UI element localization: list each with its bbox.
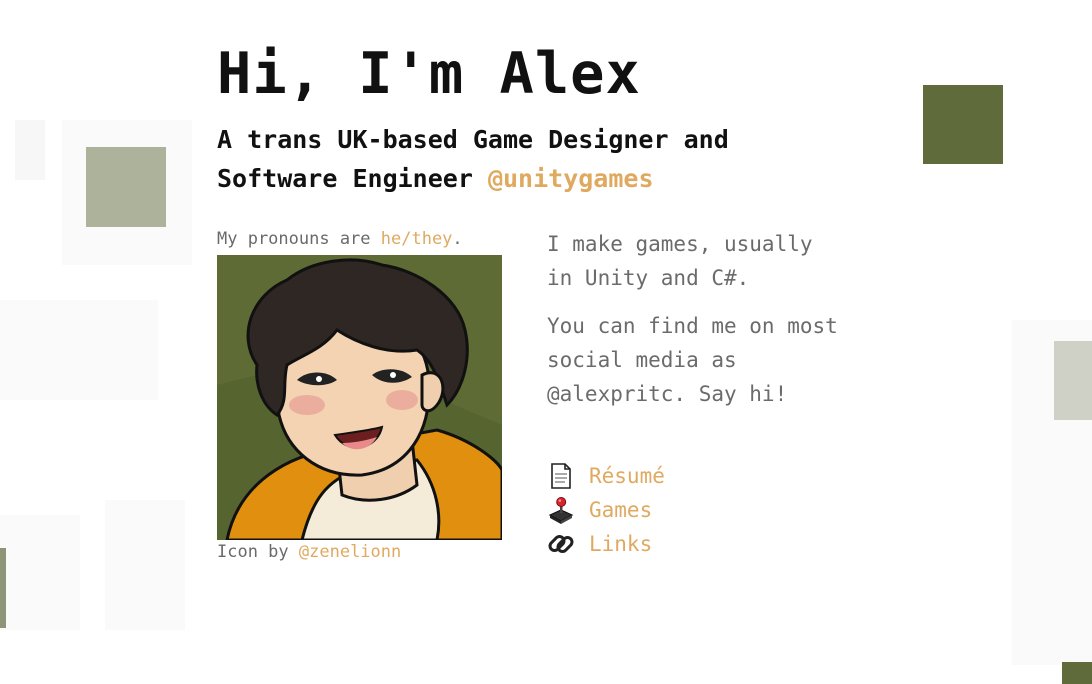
pronouns-prefix: My pronouns are	[217, 229, 381, 249]
joystick-icon	[547, 496, 575, 524]
bio-paragraph-2: You can find me on most social media as …	[547, 314, 838, 406]
resume-link[interactable]: Résumé	[547, 459, 665, 493]
bio-paragraph-1: I make games, usually in Unity and C#.	[547, 232, 813, 290]
links-link[interactable]: Links	[547, 527, 665, 561]
decor-square	[15, 120, 45, 180]
decor-square-olive-dark	[923, 85, 1003, 164]
pronouns-suffix: .	[452, 229, 463, 249]
bio: I make games, usually in Unity and C#. Y…	[547, 227, 847, 425]
pronouns-line: My pronouns are he/they.	[217, 229, 463, 249]
icon-credit: Icon by @zenelionn	[217, 542, 401, 562]
games-link[interactable]: Games	[547, 493, 665, 527]
document-icon	[547, 462, 575, 490]
games-link-label: Games	[589, 498, 653, 522]
credit-prefix: Icon by	[217, 542, 299, 562]
resume-link-label: Résumé	[589, 464, 665, 488]
decor-square-grey	[1054, 341, 1092, 420]
links-link-label: Links	[589, 532, 653, 556]
page-title: Hi, I'm Alex	[217, 41, 641, 107]
decor-square-sage	[86, 147, 166, 227]
credit-link[interactable]: @zenelionn	[299, 542, 401, 562]
decor-square	[0, 515, 80, 630]
pronouns-link[interactable]: he/they	[381, 229, 453, 249]
decor-square	[105, 500, 185, 630]
decor-square-olive-corner	[1062, 662, 1092, 684]
decor-square	[0, 300, 158, 400]
page-subtitle: A trans UK-based Game Designer and Softw…	[217, 120, 797, 198]
unitygames-link[interactable]: @unitygames	[488, 164, 654, 193]
decor-square-olive	[0, 548, 6, 628]
link-list: Résumé Games Links	[547, 459, 665, 561]
avatar-illustration	[217, 255, 502, 540]
avatar	[217, 255, 502, 540]
page: Hi, I'm Alex A trans UK-based Game Desig…	[0, 0, 1092, 684]
link-icon	[547, 530, 575, 558]
